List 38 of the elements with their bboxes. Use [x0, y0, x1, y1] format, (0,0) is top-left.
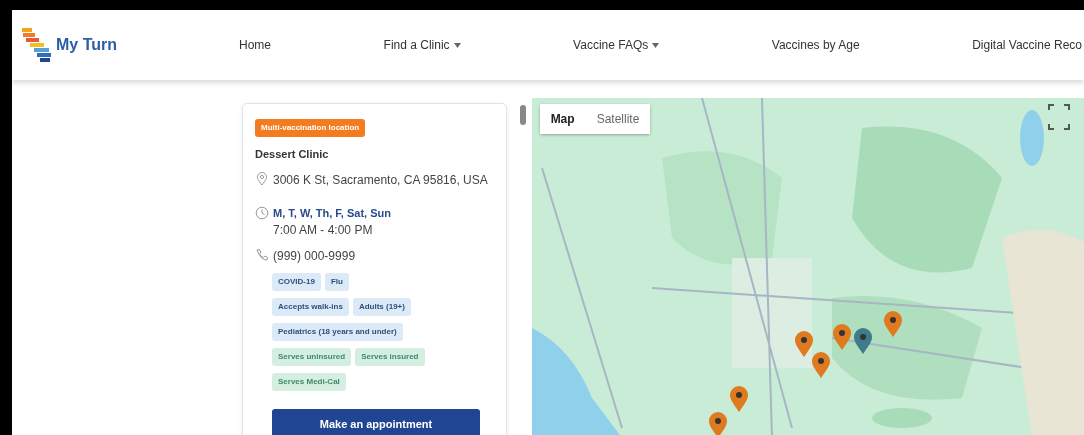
phone-icon — [255, 248, 269, 262]
map-type-tab[interactable]: Satellite — [585, 104, 651, 134]
caret-icon — [453, 42, 461, 48]
map-marker-icon[interactable] — [882, 310, 903, 338]
scrollbar-thumb[interactable] — [519, 105, 526, 125]
tag: Serves Medi-Cal — [272, 373, 346, 391]
clock-icon — [255, 205, 269, 220]
opening-hours: 7:00 AM - 4:00 PM — [273, 222, 374, 239]
map-type-tab[interactable]: Map — [539, 104, 586, 134]
nav-link[interactable]: Vaccine FAQs — [573, 36, 660, 54]
tag: Serves uninsured — [272, 348, 352, 366]
phone-number: (999) 000-9999 — [273, 248, 356, 265]
tag: Flu — [324, 273, 349, 291]
map-marker-icon[interactable] — [852, 327, 873, 355]
nav-link[interactable]: Digital Vaccine Reco — [972, 36, 1082, 54]
logo-icon — [20, 26, 52, 64]
location-badge: Multi-vaccination location — [255, 119, 366, 137]
tag: Accepts walk-ins — [272, 298, 349, 316]
tag: Pediatrics (18 years and under) — [272, 323, 403, 341]
clinic-name: Dessert Clinic — [255, 147, 330, 162]
logo-text: My Turn — [56, 35, 118, 55]
fullscreen-icon[interactable] — [1048, 104, 1070, 130]
tag: Adults (19+) — [352, 298, 411, 316]
caret-icon — [652, 42, 660, 48]
map-marker-icon[interactable] — [793, 330, 814, 358]
nav-link[interactable]: Find a Clinic — [383, 36, 461, 54]
map-marker-icon[interactable] — [707, 411, 728, 435]
location-pin-icon — [255, 171, 269, 186]
address-text: 3006 K St, Sacramento, CA 95816, USA — [273, 171, 488, 189]
map-marker-icon[interactable] — [728, 385, 749, 413]
map-marker-icon[interactable] — [810, 351, 831, 379]
nav-link[interactable]: Vaccines by Age — [771, 36, 860, 54]
tag: COVID-19 — [272, 273, 321, 291]
open-days: M, T, W, Th, F, Sat, Sun — [273, 204, 391, 221]
nav-link[interactable]: Home — [239, 36, 271, 54]
map-marker-icon[interactable] — [831, 323, 852, 351]
appointment-button[interactable]: Make an appointment — [272, 409, 480, 435]
tag: Serves insured — [355, 348, 425, 366]
